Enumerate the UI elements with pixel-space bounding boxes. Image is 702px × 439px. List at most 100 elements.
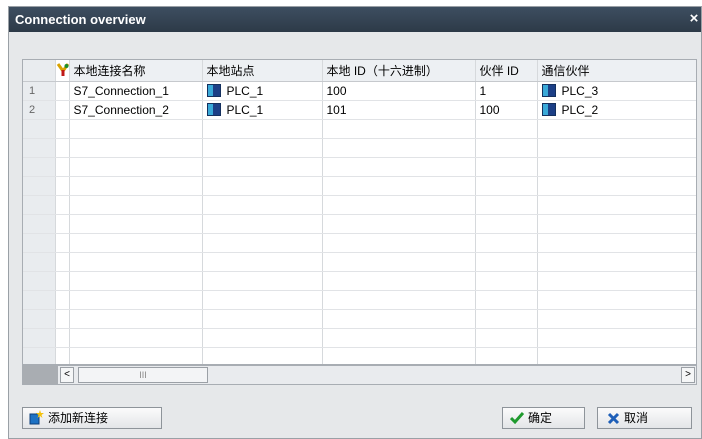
empty-cell[interactable] (69, 347, 203, 364)
ok-button[interactable]: 确定 (502, 407, 585, 429)
empty-cell[interactable] (322, 271, 476, 291)
empty-cell[interactable] (475, 290, 538, 310)
empty-cell[interactable] (322, 309, 476, 329)
empty-cell[interactable] (537, 214, 696, 234)
empty-cell[interactable] (69, 290, 203, 310)
empty-cell[interactable] (537, 328, 696, 348)
empty-cell[interactable] (475, 271, 538, 291)
col-partner[interactable]: 通信伙伴 (537, 60, 696, 82)
empty-cell[interactable] (475, 157, 538, 177)
empty-cell[interactable] (475, 309, 538, 329)
empty-row[interactable] (23, 119, 696, 139)
empty-cell[interactable] (537, 195, 696, 215)
empty-row[interactable] (23, 290, 696, 310)
empty-cell[interactable] (537, 233, 696, 253)
empty-cell[interactable] (69, 214, 203, 234)
empty-cell[interactable] (475, 328, 538, 348)
cell-partner[interactable]: PLC_3 (537, 81, 696, 101)
empty-cell[interactable] (69, 195, 203, 215)
empty-cell[interactable] (537, 252, 696, 272)
empty-cell[interactable] (69, 271, 203, 291)
empty-cell[interactable] (537, 290, 696, 310)
empty-cell[interactable] (322, 347, 476, 364)
col-local-id[interactable]: 本地 ID（十六进制） (322, 60, 476, 82)
empty-cell[interactable] (322, 252, 476, 272)
cell-partner-id[interactable]: 100 (475, 100, 538, 120)
empty-cell[interactable] (322, 138, 476, 158)
cell-local-name[interactable]: S7_Connection_1 (69, 81, 203, 101)
cell-partner[interactable]: PLC_2 (537, 100, 696, 120)
scroll-right-button[interactable]: > (681, 367, 695, 383)
empty-cell[interactable] (202, 214, 323, 234)
table-row[interactable]: 1 S7_Connection_1 PLC_1 100 1 PLC_3 (23, 81, 696, 101)
empty-cell[interactable] (537, 309, 696, 329)
empty-row[interactable] (23, 347, 696, 364)
empty-cell[interactable] (202, 233, 323, 253)
empty-cell[interactable] (202, 138, 323, 158)
empty-cell[interactable] (202, 347, 323, 364)
empty-cell[interactable] (69, 138, 203, 158)
empty-cell[interactable] (202, 176, 323, 196)
empty-cell[interactable] (69, 252, 203, 272)
empty-cell[interactable] (537, 271, 696, 291)
empty-cell[interactable] (69, 233, 203, 253)
col-partner-id[interactable]: 伙伴 ID (475, 60, 538, 82)
empty-cell[interactable] (322, 119, 476, 139)
empty-cell[interactable] (322, 176, 476, 196)
empty-cell[interactable] (537, 176, 696, 196)
empty-row[interactable] (23, 157, 696, 177)
empty-cell[interactable] (69, 157, 203, 177)
empty-cell[interactable] (202, 195, 323, 215)
empty-cell[interactable] (322, 157, 476, 177)
cell-partner-id[interactable]: 1 (475, 81, 538, 101)
col-local-station[interactable]: 本地站点 (202, 60, 323, 82)
empty-cell[interactable] (202, 309, 323, 329)
empty-cell[interactable] (322, 195, 476, 215)
empty-cell[interactable] (475, 252, 538, 272)
cell-local-station[interactable]: PLC_1 (202, 81, 323, 101)
empty-cell[interactable] (537, 157, 696, 177)
empty-row[interactable] (23, 252, 696, 272)
empty-cell[interactable] (537, 119, 696, 139)
empty-cell[interactable] (69, 119, 203, 139)
empty-cell[interactable] (202, 328, 323, 348)
empty-row[interactable] (23, 233, 696, 253)
empty-cell[interactable] (475, 347, 538, 364)
empty-cell[interactable] (475, 176, 538, 196)
empty-cell[interactable] (69, 309, 203, 329)
empty-cell[interactable] (322, 328, 476, 348)
empty-cell[interactable] (202, 290, 323, 310)
empty-cell[interactable] (202, 157, 323, 177)
empty-cell[interactable] (69, 328, 203, 348)
table-row[interactable]: 2 S7_Connection_2 PLC_1 101 100 PLC_2 (23, 100, 696, 120)
empty-cell[interactable] (475, 214, 538, 234)
close-icon[interactable]: × (687, 7, 701, 32)
cell-local-station[interactable]: PLC_1 (202, 100, 323, 120)
empty-cell[interactable] (475, 119, 538, 139)
cell-local-name[interactable]: S7_Connection_2 (69, 100, 203, 120)
empty-cell[interactable] (202, 119, 323, 139)
empty-row[interactable] (23, 138, 696, 158)
empty-row[interactable] (23, 271, 696, 291)
empty-row[interactable] (23, 214, 696, 234)
empty-cell[interactable] (537, 347, 696, 364)
empty-cell[interactable] (475, 233, 538, 253)
empty-cell[interactable] (537, 138, 696, 158)
empty-row[interactable] (23, 195, 696, 215)
empty-cell[interactable] (202, 252, 323, 272)
empty-cell[interactable] (475, 195, 538, 215)
connection-type-header[interactable] (55, 60, 70, 82)
empty-cell[interactable] (69, 176, 203, 196)
empty-row[interactable] (23, 328, 696, 348)
cell-local-id[interactable]: 101 (322, 100, 476, 120)
empty-cell[interactable] (322, 290, 476, 310)
scroll-left-button[interactable]: < (60, 367, 74, 383)
horizontal-scrollbar[interactable]: < III > (22, 365, 697, 385)
empty-cell[interactable] (202, 271, 323, 291)
empty-row[interactable] (23, 176, 696, 196)
cell-local-id[interactable]: 100 (322, 81, 476, 101)
empty-cell[interactable] (475, 138, 538, 158)
empty-cell[interactable] (322, 233, 476, 253)
add-connection-button[interactable]: 添加新连接 (22, 407, 162, 429)
empty-row[interactable] (23, 309, 696, 329)
